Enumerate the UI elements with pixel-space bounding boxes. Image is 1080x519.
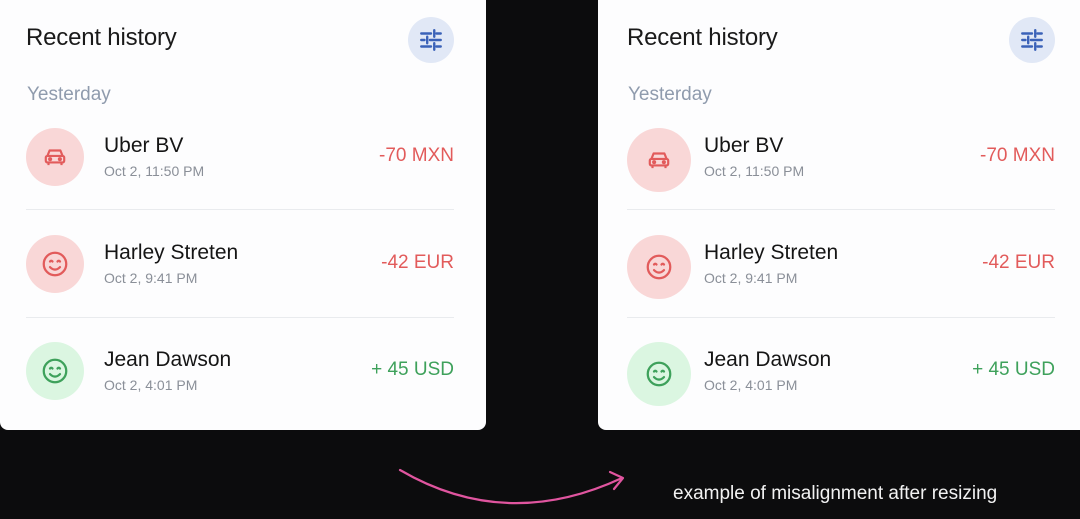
transaction-name: Jean Dawson <box>704 348 832 371</box>
transaction-amount: + 45 USD <box>371 359 454 380</box>
transaction-row[interactable]: Harley Streten Oct 2, 9:41 PM -42 EUR <box>627 235 1055 301</box>
smile-icon <box>646 361 672 387</box>
transaction-row[interactable]: Jean Dawson Oct 2, 4:01 PM + 45 USD <box>627 342 1055 408</box>
smile-icon <box>42 358 68 384</box>
section-label-yesterday: Yesterday <box>27 84 111 105</box>
transaction-time: Oct 2, 9:41 PM <box>704 270 798 286</box>
section-label-yesterday: Yesterday <box>628 84 712 105</box>
transaction-name: Jean Dawson <box>104 348 232 371</box>
transaction-amount: -70 MXN <box>980 145 1055 166</box>
avatar <box>26 235 84 293</box>
transaction-name: Harley Streten <box>704 241 839 264</box>
transaction-name: Uber BV <box>704 134 784 157</box>
filter-button[interactable] <box>1009 17 1055 63</box>
filter-button[interactable] <box>408 17 454 63</box>
transaction-time: Oct 2, 9:41 PM <box>104 270 198 286</box>
car-icon <box>44 149 66 166</box>
avatar <box>627 128 691 192</box>
transaction-row[interactable]: Harley Streten Oct 2, 9:41 PM -42 EUR <box>26 235 454 301</box>
card-title: Recent history <box>26 24 177 51</box>
avatar <box>627 235 691 299</box>
transaction-time: Oct 2, 11:50 PM <box>104 163 205 179</box>
divider <box>26 317 454 318</box>
transaction-row[interactable]: Uber BV Oct 2, 11:50 PM -70 MXN <box>26 128 454 194</box>
transaction-row[interactable]: Uber BV Oct 2, 11:50 PM -70 MXN <box>627 128 1055 194</box>
sliders-icon <box>420 29 442 51</box>
recent-history-card-right: Recent history Yesterday Uber BV Oct 2, … <box>598 0 1080 430</box>
smile-icon <box>42 251 68 277</box>
divider <box>627 209 1055 210</box>
card-title: Recent history <box>627 24 778 51</box>
transaction-name: Harley Streten <box>104 241 239 264</box>
transaction-name: Uber BV <box>104 134 184 157</box>
sliders-icon <box>1021 29 1043 51</box>
transaction-time: Oct 2, 4:01 PM <box>704 377 798 393</box>
avatar <box>627 342 691 406</box>
avatar <box>26 128 84 186</box>
transaction-time: Oct 2, 11:50 PM <box>704 163 805 179</box>
transaction-amount: -70 MXN <box>379 145 454 166</box>
divider <box>26 209 454 210</box>
transaction-amount: + 45 USD <box>972 359 1055 380</box>
transaction-amount: -42 EUR <box>982 252 1055 273</box>
transaction-amount: -42 EUR <box>381 252 454 273</box>
smile-icon <box>646 254 672 280</box>
transaction-row[interactable]: Jean Dawson Oct 2, 4:01 PM + 45 USD <box>26 342 454 408</box>
transaction-time: Oct 2, 4:01 PM <box>104 377 198 393</box>
curved-arrow-icon <box>398 468 625 505</box>
recent-history-card-left: Recent history Yesterday Uber BV Oct 2, … <box>0 0 486 430</box>
annotation-caption: example of misalignment after resizing <box>673 483 998 504</box>
avatar <box>26 342 84 400</box>
divider <box>627 317 1055 318</box>
car-icon <box>648 152 670 169</box>
